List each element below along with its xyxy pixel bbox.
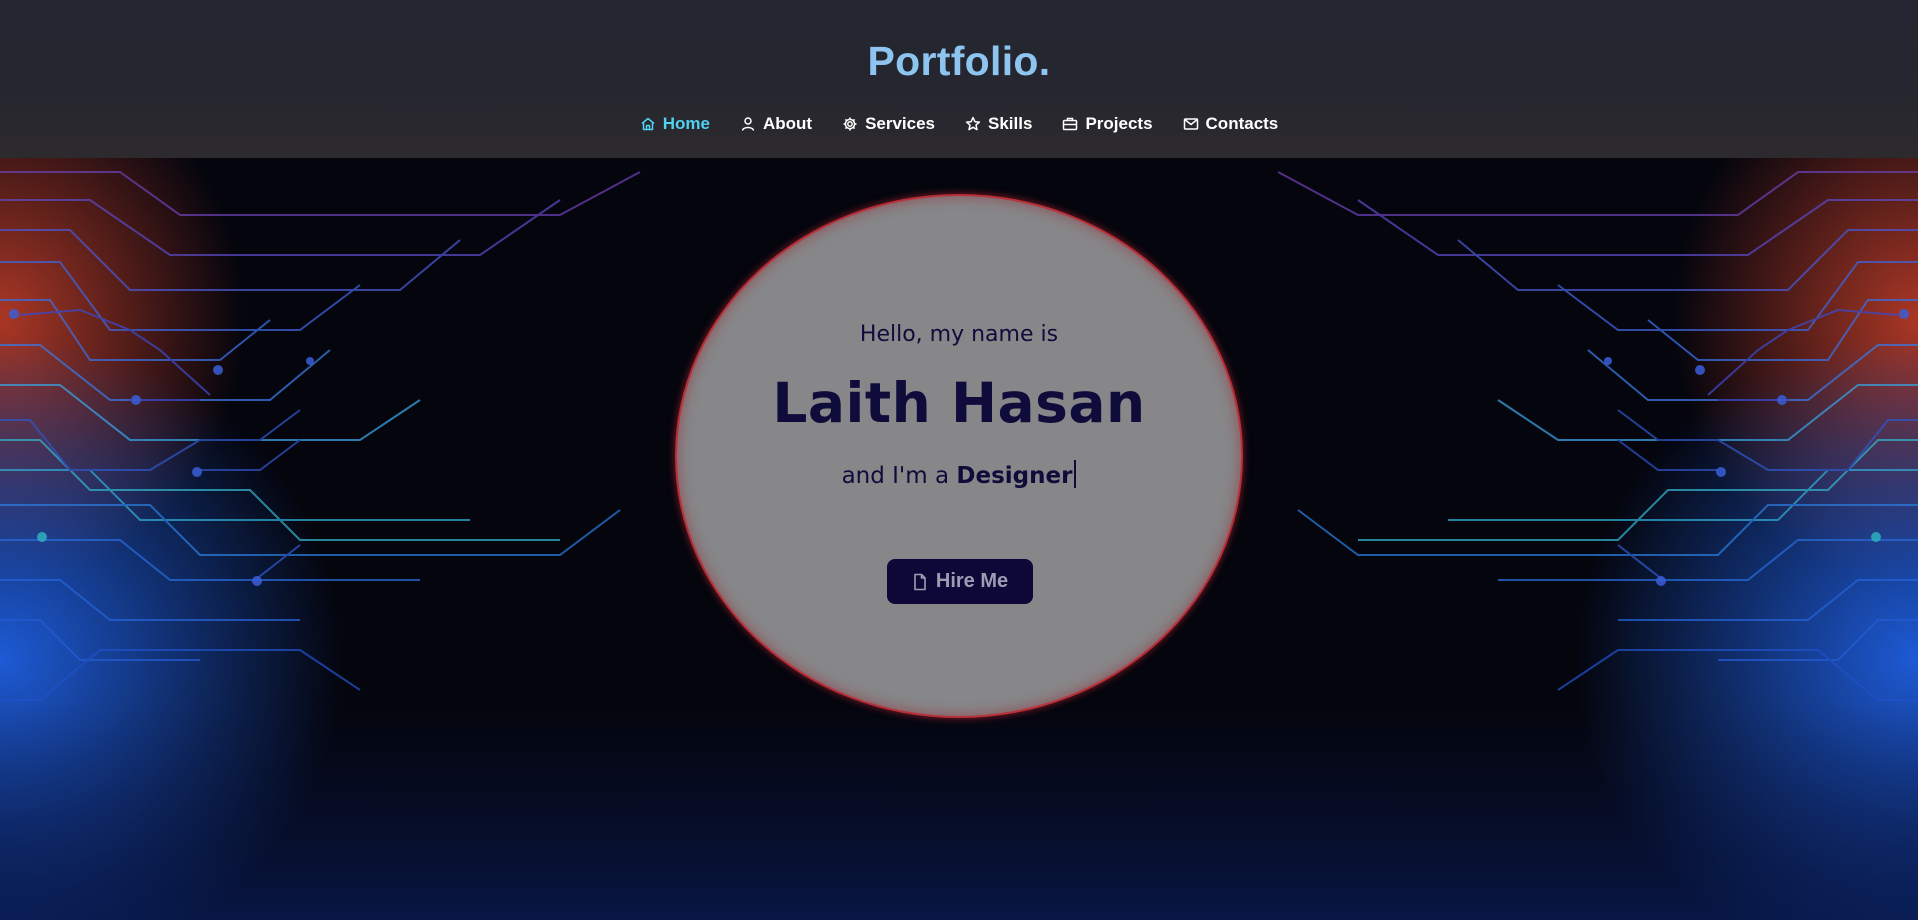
main-nav: Home About Services Skills Projects Cont… [0,114,1918,134]
file-icon [914,573,926,590]
gear-icon [843,117,857,131]
nav-item-skills[interactable]: Skills [965,114,1032,134]
nav-item-services[interactable]: Services [842,114,935,134]
hire-me-button[interactable]: Hire Me [887,559,1033,604]
star-icon [965,116,981,131]
typing-caret [1074,460,1077,488]
nav-item-label: Services [865,114,936,133]
home-icon [641,117,655,131]
nav-item-label: About [762,114,813,133]
site-header: Portfolio. Home About Services Skills Pr… [0,0,1918,158]
hero-role-line: and I'm a Designer [677,460,1241,489]
nav-item-label: Skills [988,114,1033,133]
hero-role-prefix: and I'm a [841,463,950,489]
user-icon [741,117,755,131]
hero-role: Designer [956,463,1073,489]
nav-item-label: Contacts [1205,114,1279,133]
site-logo[interactable]: Portfolio. [0,38,1918,85]
mail-icon [1183,118,1198,130]
nav-item-contacts[interactable]: Contacts [1183,114,1279,134]
hire-me-label: Hire Me [935,570,1009,592]
nav-item-about[interactable]: About [740,114,812,134]
briefcase-icon [1063,117,1078,131]
hero-name: Laith Hasan [772,371,1146,435]
hero-greeting: Hello, my name is [859,322,1059,347]
page: Portfolio. Home About Services Skills Pr… [0,0,1918,920]
nav-item-label: Home [662,114,710,133]
nav-item-label: Projects [1085,114,1153,133]
hero-circle: Hello, my name is Laith Hasan and I'm a … [677,196,1241,716]
nav-item-home[interactable]: Home [640,114,710,134]
nav-item-projects[interactable]: Projects [1062,114,1153,134]
